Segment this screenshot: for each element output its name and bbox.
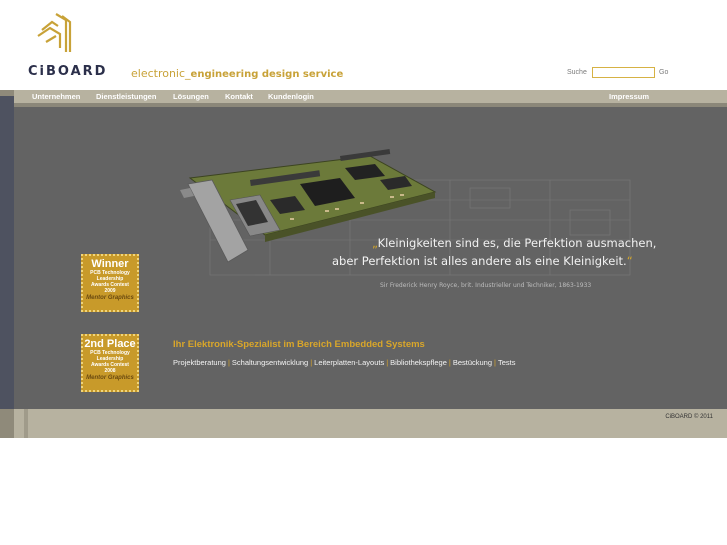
tagline-prefix: electronic_ — [131, 67, 191, 80]
quote-line-2: aber Perfektion ist alles andere als ein… — [332, 254, 633, 268]
award-badge-winner[interactable]: Winner PCB Technology Leadership Awards … — [81, 254, 139, 312]
main-nav: Unternehmen Dienstleistungen Lösungen Ko… — [0, 90, 727, 103]
badge-year: 2008 — [104, 368, 116, 374]
award-badge-second-place[interactable]: 2nd Place PCB Technology Leadership Awar… — [81, 334, 139, 392]
footer-shadow — [24, 409, 28, 438]
service-link-tests[interactable]: Tests — [498, 358, 516, 367]
search-label: Suche — [567, 69, 587, 76]
search-go-button[interactable]: Go — [659, 69, 668, 76]
badge-year: 2009 — [104, 288, 116, 294]
side-strip — [0, 96, 14, 412]
nav-item-unternehmen[interactable]: Unternehmen — [32, 92, 80, 101]
logo-text: CiBOARD — [28, 64, 108, 79]
badge-brand: Mentor Graphics — [86, 375, 134, 381]
ciboard-logo-icon — [37, 13, 72, 52]
service-link-projektberatung[interactable]: Projektberatung — [173, 358, 226, 367]
footer-left-cap — [0, 409, 14, 438]
badge-title: Winner — [91, 258, 129, 270]
quote-text-1: Kleinigkeiten sind es, die Perfektion au… — [377, 236, 657, 250]
quote-author: Sir Frederick Henry Royce, brit. Industr… — [380, 282, 592, 289]
service-link-schaltungsentwicklung[interactable]: Schaltungsentwicklung — [232, 358, 308, 367]
nav-item-kundenlogin[interactable]: Kundenlogin — [268, 92, 314, 101]
nav-item-loesungen[interactable]: Lösungen — [173, 92, 209, 101]
badge-brand: Mentor Graphics — [86, 295, 134, 301]
service-link-bestueckung[interactable]: Bestückung — [453, 358, 492, 367]
tagline: electronic_engineering design service — [131, 67, 343, 80]
quote-text-2: aber Perfektion ist alles andere als ein… — [332, 254, 627, 268]
page: CiBOARD electronic_engineering design se… — [0, 0, 727, 545]
nav-item-dienstleistungen[interactable]: Dienstleistungen — [96, 92, 156, 101]
quote-close-mark: “ — [626, 254, 633, 268]
service-links: Projektberatung | Schaltungsentwicklung | Le… — [173, 358, 516, 367]
nav-item-kontakt[interactable]: Kontakt — [225, 92, 253, 101]
logo[interactable]: CiBOARD — [28, 12, 105, 82]
badge-title: 2nd Place — [84, 338, 136, 350]
tagline-bold: engineering design service — [190, 69, 344, 80]
copyright: CiBOARD © 2011 — [665, 414, 713, 420]
nav-item-impressum[interactable]: Impressum — [609, 92, 649, 101]
footer: CiBOARD © 2011 — [0, 409, 727, 438]
quote-line-1: „Kleinigkeiten sind es, die Perfektion a… — [372, 236, 656, 250]
search-input[interactable] — [592, 67, 655, 78]
service-link-leiterplatten-layouts[interactable]: Leiterplatten-Layouts — [314, 358, 384, 367]
service-link-bibliothekspflege[interactable]: Bibliothekspflege — [390, 358, 447, 367]
specialist-title: Ihr Elektronik-Spezialist im Bereich Emb… — [173, 339, 425, 350]
